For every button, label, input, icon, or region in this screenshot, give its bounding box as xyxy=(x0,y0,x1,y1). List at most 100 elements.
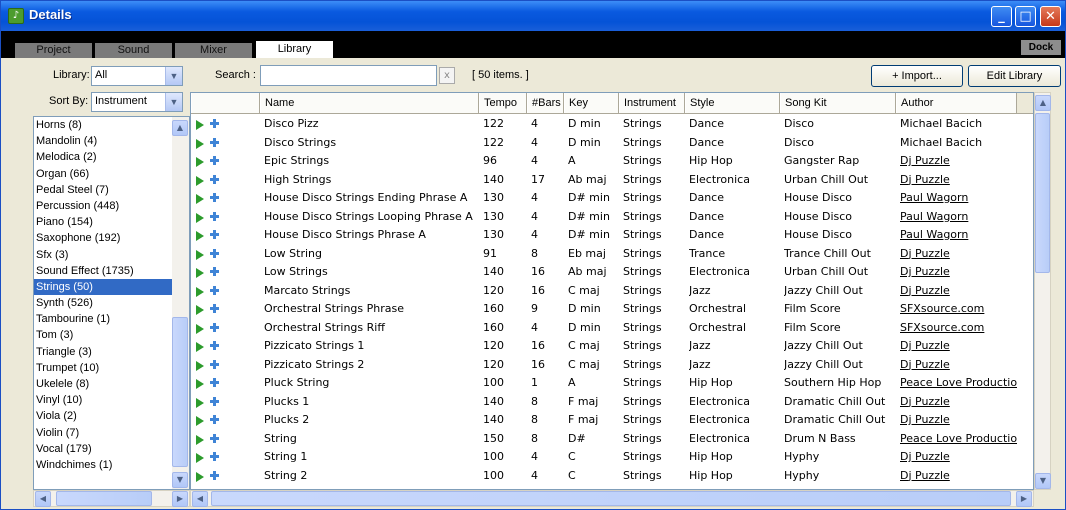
table-row[interactable]: House Disco Strings Looping Phrase A 130 4… xyxy=(191,208,1033,227)
play-icon[interactable] xyxy=(196,249,204,260)
play-icon[interactable] xyxy=(196,231,204,241)
play-icon[interactable] xyxy=(196,379,204,389)
cell-author[interactable]: Paul Wagorn xyxy=(900,189,1017,208)
table-row[interactable]: Orchestral Strings Phrase 160 9 D min String… xyxy=(191,300,1033,319)
category-item[interactable]: Sound Effect (1735) xyxy=(34,263,189,279)
scroll-left-icon[interactable]: ◀ xyxy=(35,491,51,507)
play-icon[interactable] xyxy=(196,175,204,186)
table-row[interactable]: String 2 100 4 C Strings Hip Hop Hyphy Dj Puzzl… xyxy=(191,467,1033,486)
minimize-button[interactable]: _ xyxy=(991,6,1012,27)
title-bar[interactable]: ♪ Details _ □ ✕ xyxy=(1,1,1065,31)
cell-author[interactable]: Paul Wagorn xyxy=(900,226,1017,245)
play-icon[interactable] xyxy=(196,194,204,204)
add-icon[interactable] xyxy=(210,285,219,295)
play-icon[interactable] xyxy=(196,416,204,426)
add-icon[interactable] xyxy=(210,248,219,258)
table-row[interactable]: Orchestral Strings Riff 160 4 D min Strings O… xyxy=(191,319,1033,338)
table-row[interactable]: Low Strings 140 16 Ab maj Strings Electronica… xyxy=(191,263,1033,282)
category-item[interactable]: Melodica (2) xyxy=(34,149,189,165)
category-item[interactable]: Viola (2) xyxy=(34,408,189,424)
table-row[interactable]: String 1 100 4 C Strings Hip Hop Hyphy Dj Puzzl… xyxy=(191,448,1033,467)
play-icon[interactable] xyxy=(196,157,204,167)
cell-author[interactable]: Dj Puzzle xyxy=(900,337,1017,356)
add-icon[interactable] xyxy=(210,378,219,387)
table-row[interactable]: Pizzicato Strings 1 120 16 C maj Strings Jazz… xyxy=(191,337,1033,356)
add-icon[interactable] xyxy=(210,304,219,313)
add-icon[interactable] xyxy=(210,230,219,239)
category-item[interactable]: Sfx (3) xyxy=(34,247,189,263)
play-icon[interactable] xyxy=(196,305,204,315)
play-icon[interactable] xyxy=(196,120,204,130)
column-header-songkit[interactable]: Song Kit xyxy=(780,93,896,113)
add-icon[interactable] xyxy=(210,359,219,369)
category-item[interactable]: Vocal (179) xyxy=(34,441,189,457)
tab-sound[interactable]: Sound xyxy=(95,43,172,58)
play-icon[interactable] xyxy=(196,268,204,278)
play-icon[interactable] xyxy=(196,342,204,352)
sortby-select[interactable]: Instrument ▼ xyxy=(91,92,183,112)
search-input[interactable] xyxy=(260,65,437,86)
tab-library[interactable]: Library xyxy=(256,41,333,58)
category-item[interactable]: Saxophone (192) xyxy=(34,230,189,246)
add-icon[interactable] xyxy=(210,396,219,406)
scroll-thumb[interactable] xyxy=(172,317,188,467)
play-icon[interactable] xyxy=(196,471,204,482)
add-icon[interactable] xyxy=(210,156,219,165)
table-row[interactable]: House Disco Strings Ending Phrase A 130 4 D… xyxy=(191,189,1033,208)
category-item[interactable]: Synth (526) xyxy=(34,295,189,311)
category-item[interactable]: Strings (50) xyxy=(34,278,189,296)
scroll-right-icon[interactable]: ▶ xyxy=(1016,491,1032,507)
play-icon[interactable] xyxy=(196,360,204,371)
scroll-left-icon[interactable]: ◀ xyxy=(192,491,208,507)
table-row[interactable]: Low String 91 8 Eb maj Strings Trance Trance C… xyxy=(191,245,1033,264)
add-icon[interactable] xyxy=(210,415,219,424)
category-item[interactable]: Pedal Steel (7) xyxy=(34,182,189,198)
cell-author[interactable]: Dj Puzzle xyxy=(900,356,1017,375)
table-horizontal-scrollbar[interactable]: ◀ ▶ xyxy=(190,490,1034,507)
category-item[interactable]: Mandolin (4) xyxy=(34,133,189,149)
cell-author[interactable]: Dj Puzzle xyxy=(900,411,1017,430)
scroll-up-icon[interactable]: ▲ xyxy=(172,120,188,136)
scroll-thumb[interactable] xyxy=(211,491,1011,506)
add-icon[interactable] xyxy=(210,470,219,480)
tab-project[interactable]: Project xyxy=(15,43,92,58)
add-icon[interactable] xyxy=(210,322,219,332)
cell-author[interactable]: Dj Puzzle xyxy=(900,282,1017,301)
cell-author[interactable]: Dj Puzzle xyxy=(900,467,1017,486)
scroll-thumb[interactable] xyxy=(1035,113,1050,273)
scroll-thumb[interactable] xyxy=(56,491,152,506)
cell-author[interactable]: Dj Puzzle xyxy=(900,263,1017,282)
category-item[interactable]: Piano (154) xyxy=(34,214,189,230)
category-list[interactable]: Horns (8) Mandolin (4) Melodica (2) Organ (… xyxy=(33,116,190,490)
table-row[interactable]: Marcato Strings 120 16 C maj Strings Jazz Jazz… xyxy=(191,282,1033,301)
column-header-author[interactable]: Author xyxy=(896,93,1017,113)
edit-library-button[interactable]: Edit Library xyxy=(968,65,1061,87)
category-item[interactable]: Tambourine (1) xyxy=(34,311,189,327)
scroll-down-icon[interactable]: ▼ xyxy=(172,472,188,488)
cell-author[interactable]: Dj Puzzle xyxy=(900,152,1017,171)
add-icon[interactable] xyxy=(210,193,219,202)
play-icon[interactable] xyxy=(196,397,204,408)
column-header-style[interactable]: Style xyxy=(685,93,780,113)
play-icon[interactable] xyxy=(196,138,204,149)
category-vertical-scrollbar[interactable]: ▲ ▼ xyxy=(172,117,189,489)
table-row[interactable]: Pizzicato Strings 2 120 16 C maj Strings Jazz… xyxy=(191,356,1033,375)
cell-author[interactable]: Dj Puzzle xyxy=(900,245,1017,264)
cell-author[interactable]: Paul Wagorn xyxy=(900,208,1017,227)
table-row[interactable]: String 150 8 D# Strings Electronica Drum N Bas… xyxy=(191,430,1033,449)
table-row[interactable]: Epic Strings 96 4 A Strings Hip Hop Gangster R… xyxy=(191,152,1033,171)
add-icon[interactable] xyxy=(210,119,219,128)
category-item[interactable]: Windchimes (1) xyxy=(34,457,189,473)
table-row[interactable]: Plucks 2 140 8 F maj Strings Electronica Drama… xyxy=(191,411,1033,430)
category-item[interactable]: Organ (66) xyxy=(34,166,189,182)
category-item[interactable]: Ukelele (8) xyxy=(34,376,189,392)
maximize-button[interactable]: □ xyxy=(1015,6,1036,27)
category-item[interactable]: Tom (3) xyxy=(34,327,189,343)
table-row[interactable]: House Disco Strings Phrase A 130 4 D# min St… xyxy=(191,226,1033,245)
category-item[interactable]: Horns (8) xyxy=(34,117,189,133)
column-header-bars[interactable]: #Bars xyxy=(527,93,564,113)
dock-button[interactable]: Dock xyxy=(1021,40,1061,55)
add-icon[interactable] xyxy=(210,211,219,221)
category-item[interactable]: Violin (7) xyxy=(34,425,189,441)
scroll-up-icon[interactable]: ▲ xyxy=(1035,95,1051,111)
